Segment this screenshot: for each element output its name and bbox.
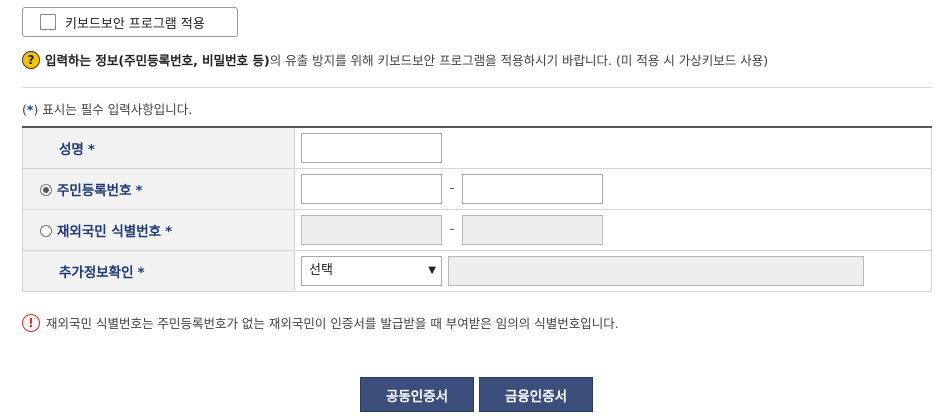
dash: - [449, 181, 455, 196]
select-value: 선택 [309, 262, 333, 278]
resident-label: 주민등록번호 [57, 182, 132, 199]
identity-form: 성명 * 주민등록번호 * - 재외국민 식별번호 * - 추가정보확인 * 선택 ▼ [22, 126, 932, 292]
checkbox[interactable] [40, 14, 56, 30]
foreigner-id-notice: ! 재외국민 식별번호는 주민등록번호가 없는 재외국민이 인증서를 발급받을 … [22, 313, 619, 332]
resident-number-second-input[interactable] [462, 173, 603, 204]
name-value-cell [294, 127, 932, 169]
extra-info-select[interactable]: 선택 ▼ [301, 255, 442, 286]
extra-label: 추가정보확인 [59, 264, 134, 281]
form-row-foreigner: 재외국민 식별번호 * - [22, 209, 932, 251]
extra-value-cell: 선택 ▼ [294, 250, 932, 292]
required-mark: * [165, 223, 173, 240]
notice-bold-text: 입력하는 정보(주민등록번호, 비밀번호 등) [45, 53, 270, 68]
dash: - [449, 222, 455, 237]
name-label-cell: 성명 * [22, 127, 295, 169]
foreigner-id-first-input[interactable] [301, 214, 442, 245]
required-mark: * [135, 182, 143, 199]
keyboard-security-label: 키보드보안 프로그램 적용 [65, 16, 205, 32]
resident-radio[interactable] [40, 183, 52, 196]
dropdown-arrow-icon: ▼ [428, 264, 436, 276]
required-note-text: ) 표시는 필수 입력사항입니다. [33, 102, 193, 117]
financial-certificate-button[interactable]: 금융인증서 [479, 377, 593, 412]
name-label: 성명 [59, 141, 84, 158]
foreigner-radio[interactable] [40, 224, 52, 237]
resident-label-cell: 주민등록번호 * [22, 168, 295, 210]
resident-value-cell: - [294, 168, 932, 210]
warning-text: 재외국민 식별번호는 주민등록번호가 없는 재외국민이 인증서를 발급받을 때 … [46, 316, 619, 331]
extra-label-cell: 추가정보확인 * [22, 250, 295, 292]
divider [22, 87, 932, 88]
joint-certificate-button[interactable]: 공동인증서 [360, 377, 474, 412]
security-notice: ? 입력하는 정보(주민등록번호, 비밀번호 등) 의 유출 방지를 위해 키보… [22, 50, 768, 69]
name-input[interactable] [301, 132, 442, 163]
form-row-resident: 주민등록번호 * - [22, 168, 932, 210]
extra-info-input[interactable] [448, 255, 864, 286]
question-icon: ? [22, 50, 40, 69]
required-note: (*) 표시는 필수 입력사항입니다. [22, 99, 192, 118]
required-mark: * [137, 264, 145, 281]
form-row-extra: 추가정보확인 * 선택 ▼ [22, 250, 932, 292]
foreigner-label-cell: 재외국민 식별번호 * [22, 209, 295, 251]
exclamation-icon: ! [22, 313, 40, 332]
foreigner-value-cell: - [294, 209, 932, 251]
form-row-name: 성명 * [22, 127, 932, 169]
required-mark: * [87, 141, 95, 158]
foreigner-id-second-input[interactable] [462, 214, 603, 245]
resident-number-first-input[interactable] [301, 173, 442, 204]
foreigner-label: 재외국민 식별번호 [57, 223, 162, 240]
keyboard-security-checkbox-button[interactable]: 키보드보안 프로그램 적용 [22, 7, 238, 37]
notice-text: 의 유출 방지를 위해 키보드보안 프로그램을 적용하시기 바랍니다. (미 적… [269, 53, 769, 68]
